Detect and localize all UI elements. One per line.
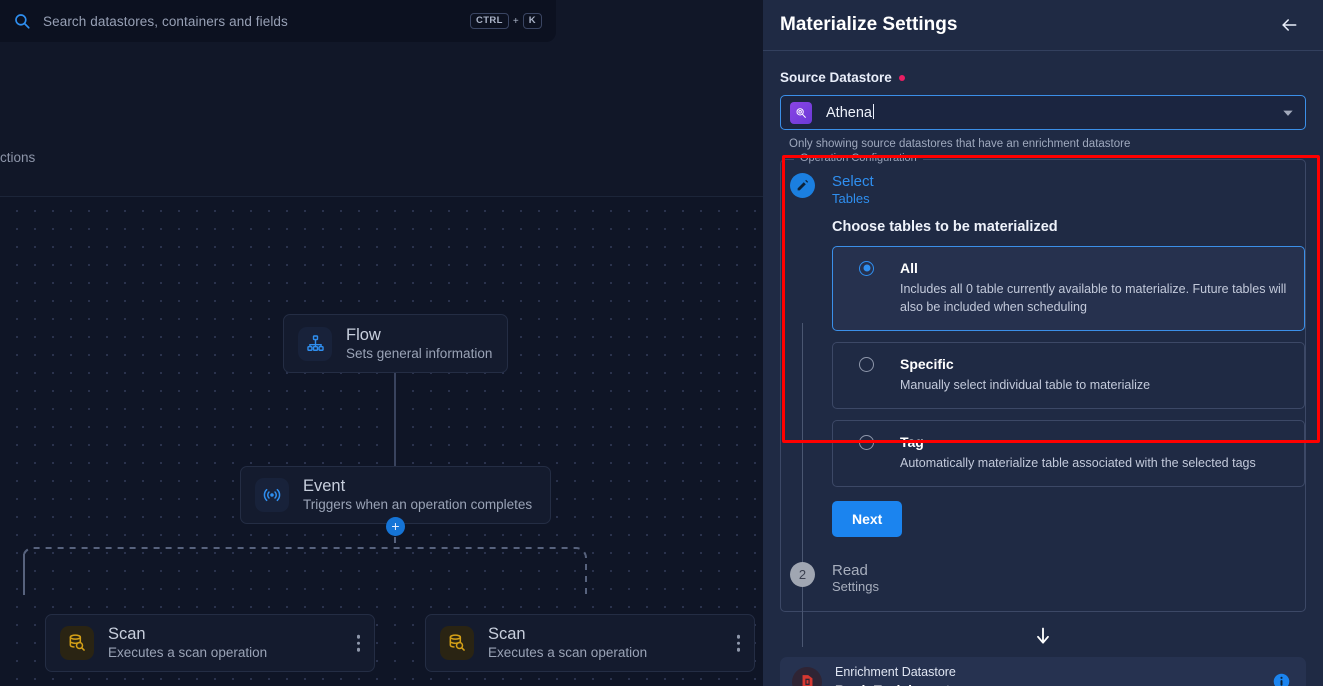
radio-tag-icon[interactable] (859, 434, 874, 450)
radio-specific-icon[interactable] (859, 356, 874, 372)
option-specific-text: Specific Manually select individual tabl… (900, 355, 1150, 395)
source-datastore-value[interactable]: Athena (826, 104, 1281, 121)
flow-node-subtitle: Sets general information (346, 345, 493, 361)
option-all-description: Includes all 0 table currently available… (900, 282, 1287, 314)
add-node-button[interactable]: + (386, 517, 405, 536)
kbd-plus: + (512, 15, 519, 27)
step-select-subtitle: Tables (832, 190, 870, 206)
arrow-left-icon[interactable] (1279, 15, 1299, 35)
page-title: Materialize Settings (780, 14, 958, 35)
kbd-ctrl: CTRL (469, 12, 509, 30)
step-read-title: Read (832, 561, 868, 579)
arrow-down-icon (780, 626, 1306, 648)
panel-header: Materialize Settings (763, 0, 1323, 51)
scan-1-overflow-menu-icon[interactable] (356, 634, 360, 652)
scan-1-node-text: Scan Executes a scan operation (108, 624, 267, 662)
next-button[interactable]: Next (832, 500, 903, 537)
step-select-label: Select Tables (832, 173, 874, 207)
search-icon (13, 12, 31, 30)
option-tag-title: Tag (900, 433, 924, 450)
flow-node-event[interactable]: Event Triggers when an operation complet… (240, 466, 551, 524)
option-specific-description: Manually select individual table to mate… (900, 377, 1151, 392)
flow-node-text: Flow Sets general information (346, 325, 492, 363)
choose-tables-heading: Choose tables to be materialized (832, 218, 1058, 235)
step-2-number-badge: 2 (790, 561, 815, 587)
partial-actions-label: ctions (0, 150, 36, 165)
event-node-title: Event (303, 477, 346, 496)
enrichment-datastore-card[interactable]: Enrichment Datastore Bank Enrichment (780, 657, 1306, 686)
scan-1-node-title: Scan (108, 625, 146, 644)
flow-node-flow[interactable]: Flow Sets general information (283, 314, 508, 373)
option-specific-title: Specific (900, 355, 954, 372)
connector-flow-to-event (394, 373, 396, 466)
source-datastore-select[interactable]: Athena (780, 95, 1306, 130)
panel-body: Source Datastore Athena Only showing sou… (763, 51, 1323, 686)
step-read-label: Read Settings (832, 562, 879, 596)
flow-node-scan-2[interactable]: Scan Executes a scan operation (425, 614, 755, 672)
flow-canvas[interactable]: Search datastores, containers and fields… (0, 0, 763, 686)
connector-event-to-scans (23, 525, 587, 595)
step-read-settings[interactable]: 2 Read Settings (781, 549, 1305, 596)
database-search-icon (60, 626, 94, 660)
source-datastore-label-text: Source Datastore (780, 70, 892, 85)
flow-node-scan-1[interactable]: Scan Executes a scan operation (45, 614, 375, 672)
athena-icon (790, 101, 812, 124)
step-read-subtitle: Settings (832, 579, 879, 595)
scan-2-overflow-menu-icon[interactable] (736, 634, 740, 652)
enrichment-name: Bank Enrichment (835, 681, 1273, 686)
chevron-down-icon[interactable] (1281, 106, 1295, 120)
pencil-icon (790, 173, 815, 198)
required-indicator-icon (898, 74, 905, 81)
option-all-title: All (900, 259, 918, 276)
broadcast-icon (255, 478, 289, 512)
option-tag-text: Tag Automatically materialize table asso… (900, 433, 1256, 473)
operation-configuration-fieldset: Operation Configuration Select Tables Ch… (780, 152, 1306, 647)
sitemap-icon (298, 326, 332, 361)
enrichment-caption: Enrichment Datastore (835, 665, 956, 680)
step-select-content: Choose tables to be materialized All Inc… (832, 219, 1305, 537)
option-all[interactable]: All Includes all 0 table currently avail… (832, 245, 1305, 331)
search-shortcut-hint: CTRL + K (469, 12, 542, 30)
step-select-tables[interactable]: Select Tables (781, 160, 1305, 207)
stepper-rail (802, 323, 803, 647)
event-node-text: Event Triggers when an operation complet… (303, 476, 532, 514)
global-search-bar[interactable]: Search datastores, containers and fields… (0, 0, 556, 42)
search-input[interactable]: Search datastores, containers and fields (43, 14, 470, 29)
scan-2-node-subtitle: Executes a scan operation (488, 645, 648, 661)
kbd-k: K (522, 12, 542, 30)
option-tag[interactable]: Tag Automatically materialize table asso… (832, 419, 1305, 487)
step-select-title: Select (832, 173, 874, 190)
source-datastore-label: Source Datastore (780, 70, 1306, 85)
scan-1-node-subtitle: Executes a scan operation (108, 645, 268, 661)
flow-node-title: Flow (346, 325, 381, 344)
scan-2-node-title: Scan (488, 625, 526, 644)
enrichment-datastore-icon (792, 666, 822, 686)
option-specific[interactable]: Specific Manually select individual tabl… (832, 341, 1305, 409)
database-search-icon (440, 626, 474, 660)
event-node-subtitle: Triggers when an operation completes (303, 497, 533, 513)
app-root: Search datastores, containers and fields… (0, 0, 1323, 686)
materialize-settings-panel: Materialize Settings Source Datastore At… (763, 0, 1323, 686)
source-datastore-help-text: Only showing source datastores that have… (789, 138, 1131, 150)
enrichment-datastore-text: Enrichment Datastore Bank Enrichment (835, 664, 1273, 686)
scan-2-node-text: Scan Executes a scan operation (488, 624, 647, 662)
option-all-text: All Includes all 0 table currently avail… (900, 259, 1290, 317)
info-icon[interactable] (1273, 673, 1290, 686)
radio-all-icon[interactable] (859, 260, 874, 276)
option-tag-description: Automatically materialize table associat… (900, 455, 1256, 470)
